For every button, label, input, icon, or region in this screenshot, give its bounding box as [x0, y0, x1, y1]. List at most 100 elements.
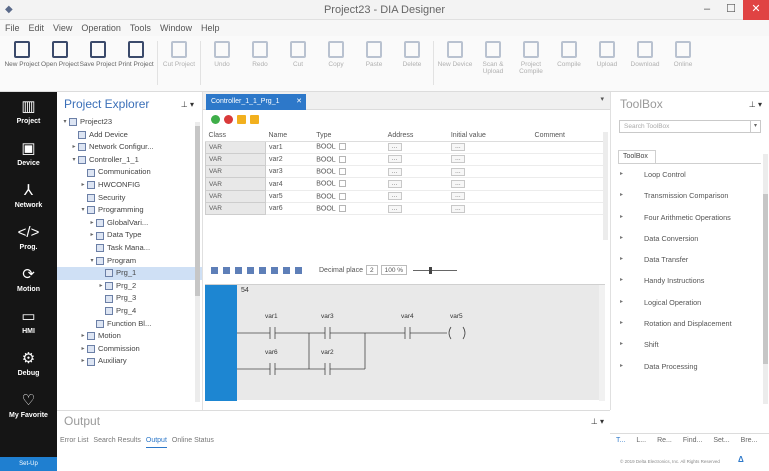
address-cell[interactable]: …: [384, 202, 448, 216]
coil-tool-icon[interactable]: [223, 266, 230, 274]
output-tab[interactable]: Online Status: [172, 434, 214, 448]
nav-item-motion[interactable]: ⟳ Motion: [0, 260, 57, 302]
ribbon-button[interactable]: Cut: [279, 36, 317, 90]
search-icon[interactable]: ▾: [750, 121, 760, 132]
maximize-button[interactable]: ☐: [719, 0, 743, 20]
initial-value-cell[interactable]: …: [447, 141, 532, 154]
move-up-icon[interactable]: [237, 114, 246, 124]
tree-node[interactable]: ▸ Commission: [57, 343, 202, 356]
tree-node[interactable]: Communication: [57, 166, 202, 179]
tree-node[interactable]: ▸ Data Type: [57, 229, 202, 242]
parallel-tool-icon[interactable]: [235, 266, 242, 274]
class-cell[interactable]: VAR: [205, 165, 266, 179]
name-cell[interactable]: var1: [265, 141, 314, 154]
expand-arrow-icon[interactable]: ▸: [618, 313, 632, 334]
browse-button[interactable]: …: [387, 167, 402, 176]
contact-tool-icon[interactable]: [211, 266, 218, 274]
initial-value-cell[interactable]: …: [447, 165, 532, 179]
dropdown-icon[interactable]: [338, 168, 346, 176]
type-cell[interactable]: BOOL: [313, 153, 385, 167]
table-row[interactable]: VAR var4 BOOL……: [205, 177, 605, 191]
browse-button[interactable]: …: [387, 180, 402, 189]
jump-tool-icon[interactable]: [271, 266, 278, 274]
comment-cell[interactable]: [531, 153, 605, 167]
type-cell[interactable]: BOOL: [313, 177, 385, 191]
menu-file[interactable]: File: [5, 20, 20, 36]
tree-node[interactable]: Prg_3: [57, 292, 202, 305]
pin-icon[interactable]: ⊥ ▾: [591, 417, 604, 426]
browse-button[interactable]: …: [450, 204, 465, 213]
ribbon-button[interactable]: Print Project: [117, 36, 155, 90]
toolbox-search-input[interactable]: Search ToolBox ▾: [619, 120, 761, 133]
browse-button[interactable]: …: [387, 143, 402, 152]
class-cell[interactable]: VAR: [205, 140, 266, 154]
menu-view[interactable]: View: [53, 20, 72, 36]
menu-window[interactable]: Window: [160, 20, 192, 36]
add-variable-icon[interactable]: [211, 114, 220, 124]
tree-node[interactable]: ▾ Project23: [57, 116, 202, 129]
setup-button[interactable]: Set-Up: [0, 457, 57, 471]
toolbox-category[interactable]: ▸ Transmission Comparison: [618, 185, 761, 206]
delete-variable-icon[interactable]: [224, 114, 233, 124]
type-cell[interactable]: BOOL: [313, 141, 385, 154]
ribbon-button[interactable]: Delete: [393, 36, 431, 90]
tree-node[interactable]: ▸ Auxiliary: [57, 355, 202, 368]
expand-arrow-icon[interactable]: ▸: [79, 179, 87, 192]
table-row[interactable]: VAR var5 BOOL……: [205, 189, 605, 203]
name-cell[interactable]: var6: [265, 202, 314, 216]
expand-arrow-icon[interactable]: ▸: [618, 249, 632, 270]
tree-node[interactable]: Function Bl...: [57, 318, 202, 331]
toolbox-category[interactable]: ▸ Rotation and Displacement: [618, 313, 761, 334]
toolbox-category[interactable]: ▸ Handy Instructions: [618, 270, 761, 291]
toolbox-category[interactable]: ▸ Four Arithmetic Operations: [618, 207, 761, 228]
ribbon-button[interactable]: Compile: [550, 36, 588, 90]
nav-item-device[interactable]: ▣ Device: [0, 134, 57, 176]
expand-arrow-icon[interactable]: ▸: [70, 141, 78, 154]
browse-button[interactable]: …: [387, 204, 402, 213]
move-down-icon[interactable]: [250, 114, 259, 124]
nav-item-my-favorite[interactable]: ♡ My Favorite: [0, 386, 57, 428]
pin-icon[interactable]: ⊥ ▾: [749, 100, 762, 109]
initial-value-cell[interactable]: …: [447, 190, 532, 203]
comment-cell[interactable]: [531, 190, 605, 203]
expand-arrow-icon[interactable]: ▸: [618, 228, 632, 249]
ribbon-button[interactable]: Cut Project: [160, 36, 198, 90]
tree-node[interactable]: ▾ Programming: [57, 204, 202, 217]
expand-arrow-icon[interactable]: ▸: [618, 292, 632, 313]
menu-help[interactable]: Help: [201, 20, 220, 36]
nav-item-debug[interactable]: ⚙ Debug: [0, 344, 57, 386]
dropdown-icon[interactable]: [338, 192, 346, 200]
tree-node[interactable]: Prg_4: [57, 305, 202, 318]
initial-value-cell[interactable]: …: [447, 202, 532, 216]
expand-arrow-icon[interactable]: ▸: [88, 229, 96, 242]
browse-button[interactable]: …: [387, 192, 402, 201]
tree-node[interactable]: ▸ GlobalVari...: [57, 217, 202, 230]
table-row[interactable]: VAR var6 BOOL……: [205, 201, 605, 216]
menu-operation[interactable]: Operation: [81, 20, 121, 36]
name-cell[interactable]: var5: [265, 190, 314, 203]
branch-tool-icon[interactable]: [247, 266, 254, 274]
class-cell[interactable]: VAR: [205, 152, 266, 167]
ribbon-button[interactable]: New Device: [436, 36, 474, 90]
panel-tab[interactable]: T...: [616, 434, 625, 447]
expand-arrow-icon[interactable]: ▾: [88, 255, 96, 268]
ribbon-button[interactable]: Open Project: [41, 36, 79, 90]
tree-node[interactable]: Add Device: [57, 129, 202, 142]
name-cell[interactable]: var2: [265, 153, 314, 167]
expand-arrow-icon[interactable]: ▾: [61, 116, 69, 129]
return-tool-icon[interactable]: [283, 266, 290, 274]
minimize-button[interactable]: –: [695, 0, 719, 20]
toolbox-category[interactable]: ▸ Shift: [618, 334, 761, 355]
expand-arrow-icon[interactable]: ▸: [97, 280, 105, 293]
browse-button[interactable]: …: [450, 143, 465, 152]
toolbox-category[interactable]: ▸ Loop Control: [618, 164, 761, 185]
name-cell[interactable]: var3: [265, 165, 314, 179]
expand-arrow-icon[interactable]: ▸: [618, 270, 632, 291]
address-cell[interactable]: …: [384, 165, 448, 179]
toolbox-category[interactable]: ▸ Data Conversion: [618, 228, 761, 249]
expand-arrow-icon[interactable]: ▸: [79, 343, 87, 356]
tree-node[interactable]: ▸ Motion: [57, 330, 202, 343]
expand-arrow-icon[interactable]: ▸: [79, 330, 87, 343]
ladder-vscrollbar[interactable]: [599, 285, 605, 401]
ribbon-button[interactable]: Paste: [355, 36, 393, 90]
